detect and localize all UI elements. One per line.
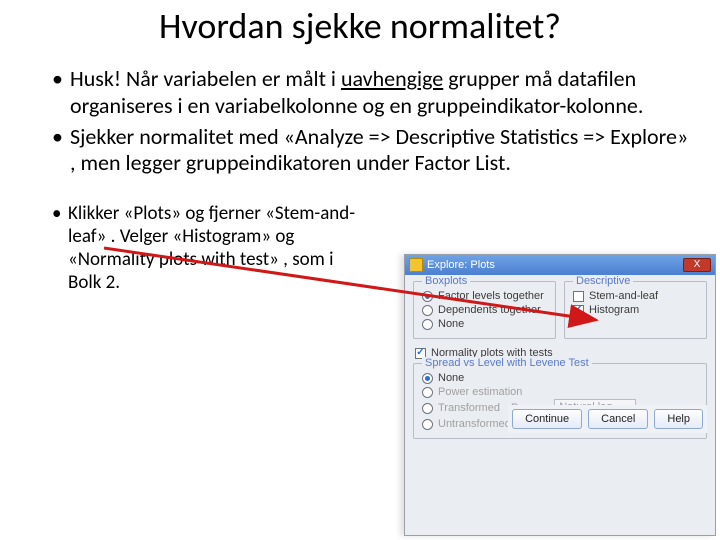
radio-icon bbox=[422, 305, 433, 316]
bullet-1-text-a: Husk! Når variabelen er målt i bbox=[70, 65, 341, 92]
boxplots-legend: Boxplots bbox=[422, 275, 470, 287]
boxplots-group: Boxplots Factor levels together Dependen… bbox=[413, 281, 556, 339]
descriptive-stem-and-leaf[interactable]: Stem-and-leaf bbox=[573, 290, 698, 302]
opt-label: Dependents together bbox=[438, 304, 541, 316]
bullet-1-underline: uavhengige bbox=[341, 65, 443, 92]
chk-label: Histogram bbox=[589, 304, 639, 316]
bullet-3: Klikker «Plots» og fjerner «Stem-and-lea… bbox=[52, 203, 360, 294]
spread-none[interactable]: None bbox=[422, 372, 698, 384]
explore-plots-dialog: Explore: Plots X Boxplots Factor levels … bbox=[404, 254, 716, 536]
slide: Hvordan sjekke normalitet? Husk! Når var… bbox=[0, 0, 720, 540]
dialog-title-wrap: Explore: Plots bbox=[409, 258, 495, 272]
radio-icon bbox=[422, 319, 433, 330]
descriptive-group: Descriptive Stem-and-leaf Histogram bbox=[564, 281, 707, 339]
chk-label: Stem-and-leaf bbox=[589, 290, 658, 302]
bullet-list-secondary: Klikker «Plots» og fjerner «Stem-and-lea… bbox=[30, 203, 360, 294]
checkbox-icon bbox=[573, 291, 584, 302]
opt-label: Factor levels together bbox=[438, 290, 544, 302]
checkbox-icon bbox=[573, 305, 584, 316]
continue-button[interactable]: Continue bbox=[512, 409, 582, 429]
boxplots-opt-none[interactable]: None bbox=[422, 318, 547, 330]
radio-icon bbox=[422, 419, 433, 430]
cancel-button[interactable]: Cancel bbox=[588, 409, 648, 429]
dialog-app-icon bbox=[409, 258, 423, 272]
bullet-2: Sjekker normalitet med «Analyze => Descr… bbox=[52, 124, 690, 178]
radio-icon bbox=[422, 373, 433, 384]
opt-label: None bbox=[438, 372, 464, 384]
bullet-list-main: Husk! Når variabelen er målt i uavhengig… bbox=[30, 66, 690, 177]
radio-icon bbox=[422, 403, 433, 414]
descriptive-legend: Descriptive bbox=[573, 275, 633, 287]
dialog-titlebar[interactable]: Explore: Plots X bbox=[405, 255, 715, 275]
radio-icon bbox=[422, 291, 433, 302]
descriptive-histogram[interactable]: Histogram bbox=[573, 304, 698, 316]
spread-power-estimation[interactable]: Power estimation bbox=[422, 386, 698, 398]
opt-label: Untransformed bbox=[438, 418, 511, 430]
spread-legend: Spread vs Level with Levene Test bbox=[422, 357, 592, 369]
close-icon[interactable]: X bbox=[683, 258, 711, 272]
dialog-button-bar: Continue Cancel Help bbox=[508, 405, 707, 433]
dialog-title: Explore: Plots bbox=[427, 259, 495, 271]
bullet-1: Husk! Når variabelen er målt i uavhengig… bbox=[52, 66, 690, 120]
opt-label: Transformed bbox=[438, 402, 500, 414]
radio-icon bbox=[422, 387, 433, 398]
boxplots-opt-factor-levels[interactable]: Factor levels together bbox=[422, 290, 547, 302]
help-button[interactable]: Help bbox=[654, 409, 703, 429]
opt-label: None bbox=[438, 318, 464, 330]
slide-title: Hvordan sjekke normalitet? bbox=[30, 4, 690, 48]
opt-label: Power estimation bbox=[438, 386, 522, 398]
dialog-body: Boxplots Factor levels together Dependen… bbox=[405, 275, 715, 439]
boxplots-opt-dependents[interactable]: Dependents together bbox=[422, 304, 547, 316]
